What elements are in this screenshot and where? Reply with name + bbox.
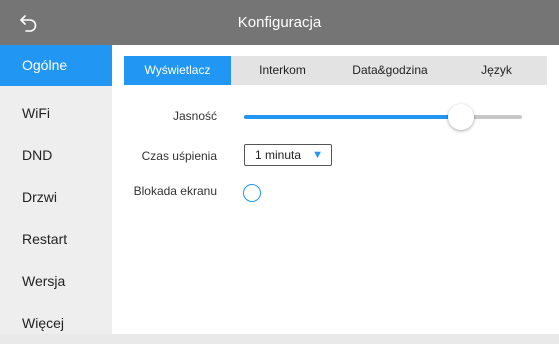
- sidebar-item-ogolne[interactable]: Ogólne: [0, 45, 112, 86]
- settings-panel: Wyświetlacz Interkom Data&godzina Język …: [112, 45, 559, 334]
- brightness-label: Jasność: [172, 109, 217, 123]
- sleep-time-value: 1 minuta: [255, 148, 302, 162]
- sidebar-item-wiecej[interactable]: Więcej: [0, 303, 112, 344]
- sidebar-item-wersja[interactable]: Wersja: [0, 261, 112, 302]
- tab-interkom[interactable]: Interkom: [231, 56, 334, 85]
- tab-wyswietlacz[interactable]: Wyświetlacz: [124, 56, 231, 85]
- sidebar-item-wifi[interactable]: WiFi: [0, 93, 112, 134]
- brightness-slider-fill: [244, 115, 461, 119]
- sleep-time-select[interactable]: 1 minuta ▼: [244, 144, 332, 166]
- sidebar-item-dnd[interactable]: DND: [0, 135, 112, 176]
- dropdown-arrow-icon: ▼: [312, 149, 323, 161]
- sidebar: Ogólne WiFi DND Drzwi Restart Wersja Wię…: [0, 45, 112, 334]
- tab-data-godzina[interactable]: Data&godzina: [334, 56, 446, 85]
- brightness-slider[interactable]: [244, 104, 522, 130]
- brightness-slider-thumb[interactable]: [447, 104, 474, 130]
- sidebar-item-restart[interactable]: Restart: [0, 219, 112, 260]
- screen-lock-label: Blokada ekranu: [133, 184, 217, 198]
- tab-bar: Wyświetlacz Interkom Data&godzina Język: [124, 56, 547, 85]
- screen-lock-toggle[interactable]: [243, 184, 261, 202]
- sleep-time-label: Czas uśpienia: [141, 149, 217, 163]
- title-bar: Konfiguracja: [0, 0, 559, 45]
- tab-jezyk[interactable]: Język: [446, 56, 547, 85]
- sidebar-item-drzwi[interactable]: Drzwi: [0, 177, 112, 218]
- page-title: Konfiguracja: [237, 14, 322, 31]
